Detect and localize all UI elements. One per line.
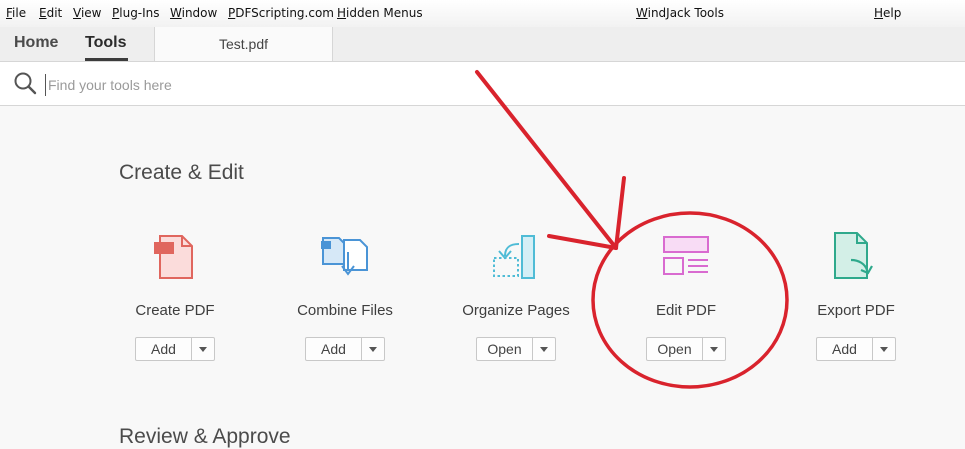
section-title-review-approve: Review & Approve	[119, 425, 291, 448]
chevron-down-icon[interactable]	[533, 338, 555, 360]
open-button[interactable]: Open	[477, 338, 533, 360]
tool-action-button: Add	[305, 337, 385, 361]
menu-plug-ins[interactable]: Plug-Ins	[112, 6, 160, 20]
tool-combine-files[interactable]: Combine Files Add	[275, 230, 415, 365]
tool-label: Combine Files	[297, 302, 393, 319]
edit-pdf-icon	[661, 230, 711, 282]
add-button[interactable]: Add	[306, 338, 362, 360]
create-pdf-icon	[150, 230, 200, 282]
tab-tools[interactable]: Tools	[85, 34, 126, 52]
add-button[interactable]: Add	[817, 338, 873, 360]
section-title-create-edit: Create & Edit	[119, 161, 244, 184]
tool-edit-pdf[interactable]: Edit PDF Open	[616, 230, 756, 365]
tool-label: Create PDF	[135, 302, 215, 319]
chevron-down-icon[interactable]	[703, 338, 725, 360]
search-icon	[13, 71, 37, 100]
menu-help[interactable]: Help	[874, 6, 901, 20]
tab-bar: Home Tools	[0, 27, 965, 62]
tab-active-indicator	[85, 58, 128, 61]
organize-pages-icon	[491, 230, 541, 282]
tool-export-pdf[interactable]: Export PDF Add	[786, 230, 926, 365]
menu-pdfscripting[interactable]: PDFScripting.com	[228, 6, 334, 20]
tool-label: Edit PDF	[655, 302, 716, 319]
menu-hidden-menus[interactable]: Hidden Menus	[337, 6, 423, 20]
tool-action-button: Open	[476, 337, 556, 361]
tool-label: Organize Pages	[462, 302, 570, 319]
menu-view[interactable]: View	[73, 6, 101, 20]
tool-action-button: Open	[646, 337, 726, 361]
chevron-down-icon[interactable]	[192, 338, 214, 360]
search-input[interactable]	[45, 74, 450, 96]
tab-document[interactable]: Test.pdf	[154, 27, 333, 61]
tool-organize-pages[interactable]: Organize Pages Open	[446, 230, 586, 365]
menu-bar: File Edit View Plug-Ins Window PDFScript…	[0, 0, 965, 28]
menu-file[interactable]: File	[6, 6, 26, 20]
add-button[interactable]: Add	[136, 338, 192, 360]
tab-home[interactable]: Home	[14, 34, 58, 52]
chevron-down-icon[interactable]	[362, 338, 384, 360]
tool-action-button: Add	[816, 337, 896, 361]
menu-window[interactable]: Window	[170, 6, 217, 20]
tool-create-pdf[interactable]: Create PDF Add	[105, 230, 245, 365]
tool-label: Export PDF	[817, 302, 895, 319]
export-pdf-icon	[831, 230, 881, 282]
combine-files-icon	[320, 230, 370, 282]
tool-action-button: Add	[135, 337, 215, 361]
tool-search-bar	[0, 62, 965, 106]
menu-windjack-tools[interactable]: WindJack Tools	[636, 6, 724, 20]
chevron-down-icon[interactable]	[873, 338, 895, 360]
menu-edit[interactable]: Edit	[39, 6, 62, 20]
open-button[interactable]: Open	[647, 338, 703, 360]
